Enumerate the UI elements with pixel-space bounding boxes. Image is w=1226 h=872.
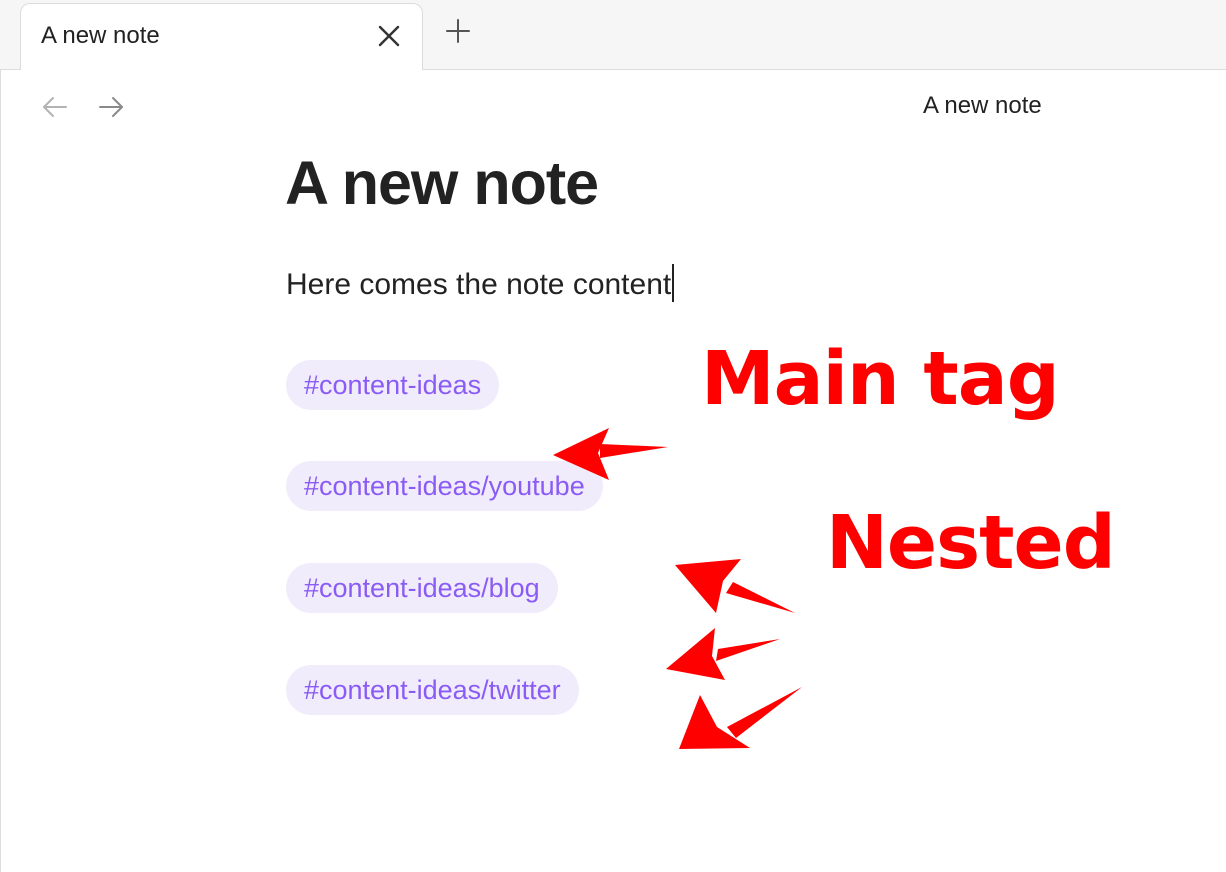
arrow-right-icon[interactable] (97, 95, 125, 119)
text-cursor (672, 264, 675, 302)
view-header-title[interactable]: A new note (923, 92, 1042, 120)
note-body-text: Here comes the note content (286, 268, 672, 301)
close-icon[interactable] (376, 23, 402, 49)
tag-content-ideas-blog[interactable]: #content-ideas/blog (286, 563, 558, 613)
tab-a-new-note[interactable]: A new note (20, 3, 423, 71)
plus-icon[interactable] (444, 17, 472, 45)
tab-title: A new note (41, 22, 160, 49)
annotation-main-tag: Main tag (701, 336, 1060, 422)
tag-content-ideas-youtube[interactable]: #content-ideas/youtube (286, 461, 603, 511)
arrow-left-icon[interactable] (41, 95, 69, 119)
note-pane: A new note (0, 70, 1226, 872)
tag-content-ideas-twitter[interactable]: #content-ideas/twitter (286, 665, 579, 715)
annotation-nested: Nested (826, 500, 1116, 586)
note-title[interactable]: A new note (285, 148, 599, 218)
tag-content-ideas[interactable]: #content-ideas (286, 360, 500, 410)
note-body[interactable]: Here comes the note content (286, 264, 675, 302)
tab-bar: A new note (0, 0, 1226, 71)
